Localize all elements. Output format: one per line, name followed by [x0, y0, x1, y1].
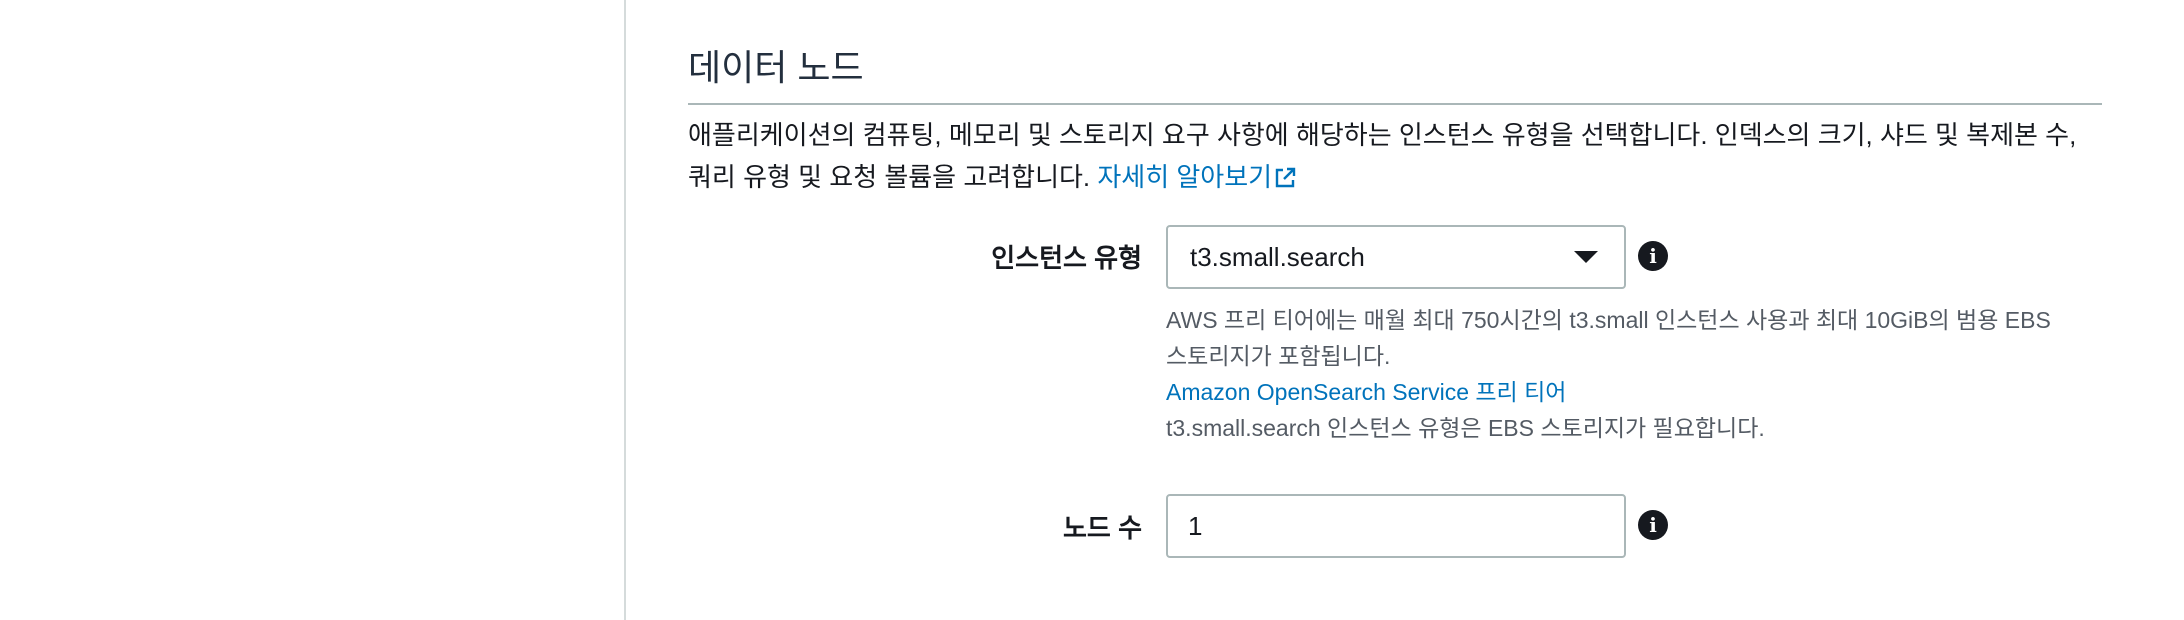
instance-type-label: 인스턴스 유형 [991, 243, 1142, 273]
instance-type-select[interactable]: t3.small.search [1166, 225, 1626, 289]
instance-type-help: AWS 프리 티어에는 매월 최대 750시간의 t3.small 인스턴스 사… [1166, 302, 2086, 446]
free-tier-link[interactable]: Amazon OpenSearch Service 프리 티어 [1166, 379, 1566, 405]
help-text-line-3: t3.small.search 인스턴스 유형은 EBS 스토리지가 필요합니다… [1166, 415, 1765, 441]
instance-type-info-icon[interactable]: i [1638, 241, 1668, 271]
node-count-input[interactable] [1166, 494, 1626, 558]
section-title: 데이터 노드 [688, 47, 864, 88]
help-text-line-2: 스토리지가 포함됩니다. [1166, 343, 1391, 369]
instance-type-value: t3.small.search [1190, 242, 1365, 272]
left-panel [0, 0, 626, 620]
section-description-text: 애플리케이션의 컴퓨팅, 메모리 및 스토리지 요구 사항에 해당하는 인스턴스… [688, 120, 2077, 192]
section-description: 애플리케이션의 컴퓨팅, 메모리 및 스토리지 요구 사항에 해당하는 인스턴스… [688, 114, 2102, 198]
node-count-label: 노드 수 [1063, 513, 1142, 543]
external-link-icon [1275, 167, 1296, 188]
page: 데이터 노드 애플리케이션의 컴퓨팅, 메모리 및 스토리지 요구 사항에 해당… [0, 0, 2184, 620]
learn-more-link[interactable]: 자세히 알아보기 [1097, 162, 1296, 192]
help-text-line-1: AWS 프리 티어에는 매월 최대 750시간의 t3.small 인스턴스 사… [1166, 307, 2051, 333]
learn-more-label: 자세히 알아보기 [1097, 162, 1273, 192]
node-count-info-icon[interactable]: i [1638, 510, 1668, 540]
chevron-down-icon [1574, 251, 1598, 263]
section-divider [688, 103, 2102, 105]
